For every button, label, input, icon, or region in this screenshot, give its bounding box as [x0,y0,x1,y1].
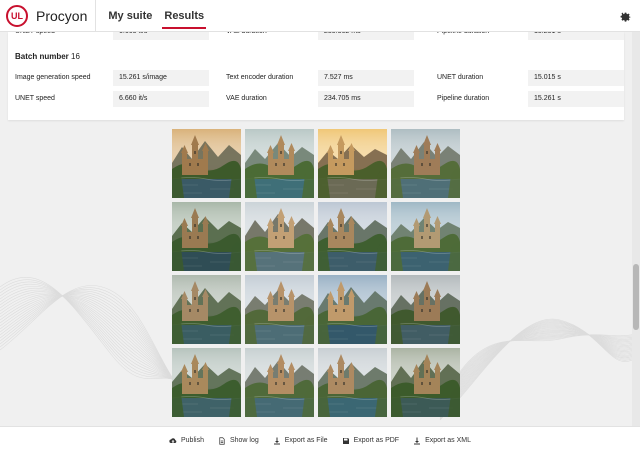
cloud-upload-icon [169,437,177,443]
batch-row-1: Image generation speed 15.261 s/image Te… [8,70,624,86]
generated-image[interactable] [318,348,387,417]
pipeline-duration-label: Pipeline duration [437,32,489,40]
generated-image[interactable] [318,129,387,198]
gear-icon[interactable] [618,9,632,23]
castle-image [245,275,314,344]
app-title: Procyon [36,7,88,24]
castle-image [318,129,387,198]
show-log-label: Show log [229,437,259,444]
text-encoder-duration-label: Text encoder duration [226,74,294,81]
castle-image [391,129,460,198]
castle-image [391,202,460,271]
castle-image [245,348,314,417]
scrollbar-track[interactable] [632,32,640,426]
castle-image [172,275,241,344]
castle-image [318,348,387,417]
generated-image[interactable] [172,129,241,198]
generated-image[interactable] [172,202,241,271]
app-header: UL Procyon My suite Results [0,0,640,32]
document-icon [219,436,225,445]
publish-button[interactable]: Publish [169,437,204,445]
scrollbar-thumb[interactable] [633,264,639,330]
batch-title: Batch number 16 [15,52,80,61]
generated-image[interactable] [318,275,387,344]
generated-image[interactable] [245,129,314,198]
castle-image [318,275,387,344]
vae-duration-label: VAE duration [226,95,267,102]
action-bar: Publish Show log Export as File Export a… [0,426,640,454]
export-pdf-button[interactable]: Export as PDF [342,437,400,445]
batch-row-2: UNET speed 6.660 it/s VAE duration 234.7… [8,91,624,107]
image-generation-speed-label: Image generation speed [15,74,91,81]
vae-duration-label: VAE duration [226,32,267,40]
generated-image[interactable] [391,275,460,344]
unet-duration-value: 15.015 s [528,70,624,86]
generated-image[interactable] [245,202,314,271]
castle-image [391,275,460,344]
download-icon [273,437,280,444]
unet-speed-value: 6.660 it/s [113,91,209,107]
pipeline-duration-value: 15.251 s [528,32,624,40]
export-pdf-label: Export as PDF [353,437,400,444]
nav-results[interactable]: Results [162,0,206,32]
image-generation-speed-value: 15.261 s/image [113,70,209,86]
generated-image[interactable] [391,129,460,198]
vae-duration-value: 234.705 ms [318,91,414,107]
generated-image[interactable] [391,202,460,271]
download-icon [414,437,421,444]
ul-logo[interactable]: UL [6,4,28,27]
castle-image [245,202,314,271]
vae-duration-value: 235.362 ms [318,32,414,40]
pipeline-duration-value: 15.261 s [528,91,624,107]
generated-image[interactable] [245,275,314,344]
generated-images-grid [172,129,460,417]
generated-image[interactable] [245,348,314,417]
unet-duration-label: UNET duration [437,74,484,81]
results-row-partial: UNET speed 6.665 it/s VAE duration 235.3… [8,32,624,40]
unet-speed-label: UNET speed [15,32,55,40]
castle-image [172,129,241,198]
header-divider [95,0,97,32]
batch-number: 16 [71,52,80,61]
generated-image[interactable] [172,348,241,417]
castle-image [318,202,387,271]
generated-image[interactable] [172,275,241,344]
save-icon [342,437,349,444]
nav-my-suite[interactable]: My suite [108,0,152,32]
castle-image [245,129,314,198]
castle-image [391,348,460,417]
batch-title-label: Batch number [15,52,69,61]
generated-image[interactable] [391,348,460,417]
export-file-label: Export as File [284,437,328,444]
castle-image [172,348,241,417]
castle-image [172,202,241,271]
export-xml-label: Export as XML [425,437,471,444]
publish-label: Publish [181,437,204,444]
unet-speed-value: 6.665 it/s [113,32,209,40]
results-card: UNET speed 6.665 it/s VAE duration 235.3… [8,32,624,120]
generated-image[interactable] [318,202,387,271]
export-file-button[interactable]: Export as File [273,437,328,445]
unet-speed-label: UNET speed [15,95,55,102]
show-log-button[interactable]: Show log [218,436,259,445]
pipeline-duration-label: Pipeline duration [437,95,490,102]
export-xml-button[interactable]: Export as XML [413,437,471,445]
text-encoder-duration-value: 7.527 ms [318,70,414,86]
